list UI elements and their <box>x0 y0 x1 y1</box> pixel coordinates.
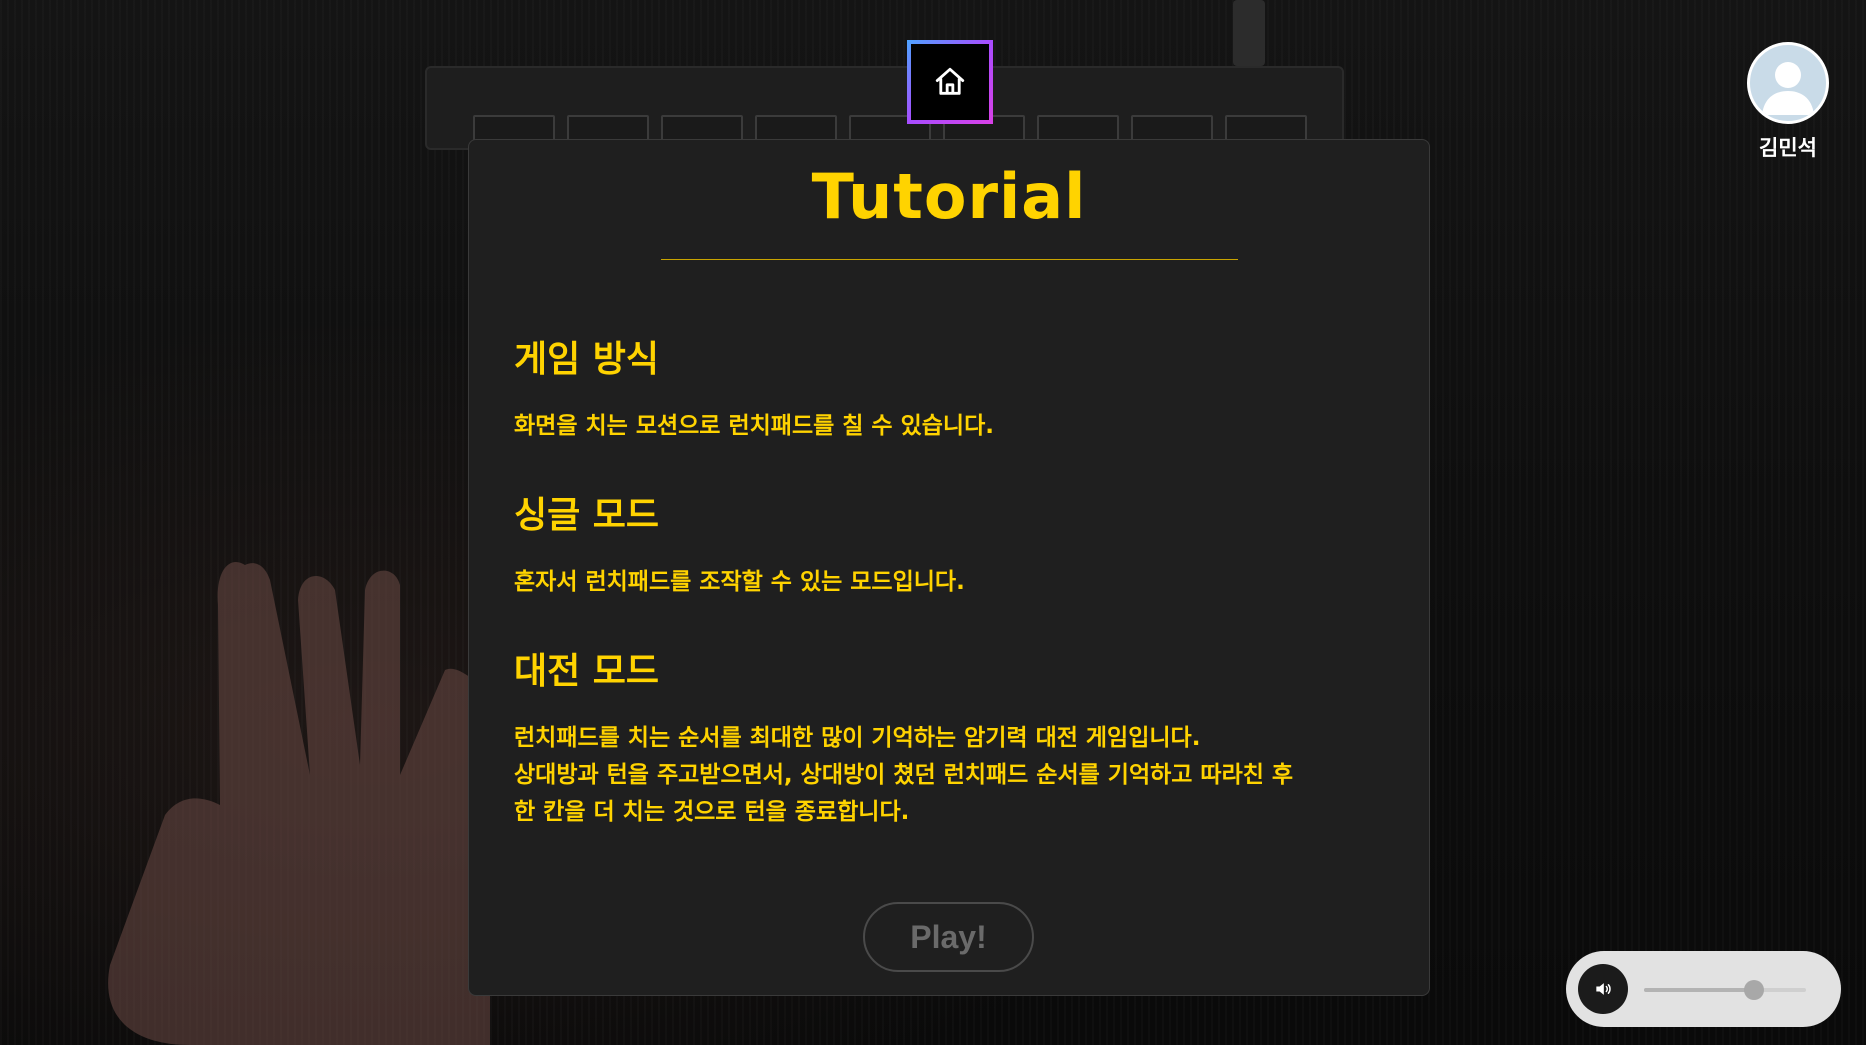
tutorial-card: Tutorial 게임 방식 화면을 치는 모션으로 런치패드를 칠 수 있습니… <box>468 139 1430 996</box>
section-body: 혼자서 런치패드를 조작할 수 있는 모드입니다. <box>514 569 965 595</box>
home-button[interactable] <box>907 40 993 124</box>
background-hand <box>108 561 490 1045</box>
section-heading: 싱글 모드 <box>514 495 660 536</box>
user-profile[interactable]: 김민석 <box>1744 42 1832 162</box>
section-heading: 대전 모드 <box>514 651 660 692</box>
volume-slider-fill <box>1644 988 1755 992</box>
section-body: 화면을 치는 모션으로 런치패드를 칠 수 있습니다. <box>514 413 994 439</box>
volume-control <box>1566 951 1841 1027</box>
play-button[interactable]: Play! <box>863 902 1034 972</box>
section-battle-mode: 대전 모드 런치패드를 치는 순서를 최대한 많이 기억하는 암기력 대전 게임… <box>514 652 1394 831</box>
section-single-mode: 싱글 모드 혼자서 런치패드를 조작할 수 있는 모드입니다. <box>514 496 1394 601</box>
speaker-icon <box>1596 983 1611 995</box>
mute-button[interactable] <box>1578 964 1628 1014</box>
volume-slider[interactable] <box>1644 980 1806 1000</box>
section-body-line: 한 칸을 더 치는 것으로 턴을 종료합니다. <box>514 799 910 825</box>
avatar-icon <box>1762 62 1814 115</box>
avatar[interactable] <box>1747 42 1829 124</box>
volume-slider-thumb[interactable] <box>1744 980 1765 1000</box>
section-body-line: 상대방과 턴을 주고받으면서, 상대방이 쳤던 런치패드 순서를 기억하고 따라… <box>514 762 1294 788</box>
section-body-line: 런치패드를 치는 순서를 최대한 많이 기억하는 암기력 대전 게임입니다. <box>514 725 1201 751</box>
user-name: 김민석 <box>1759 136 1817 160</box>
home-icon <box>935 67 965 95</box>
section-heading: 게임 방식 <box>514 339 660 380</box>
tutorial-page: Tutorial 게임 방식 화면을 치는 모션으로 런치패드를 칠 수 있습니… <box>0 0 1866 1045</box>
title-divider <box>661 259 1238 260</box>
section-game-method: 게임 방식 화면을 치는 모션으로 런치패드를 칠 수 있습니다. <box>514 340 1394 445</box>
background-cable <box>1233 0 1265 66</box>
tutorial-title: Tutorial <box>811 160 1087 233</box>
